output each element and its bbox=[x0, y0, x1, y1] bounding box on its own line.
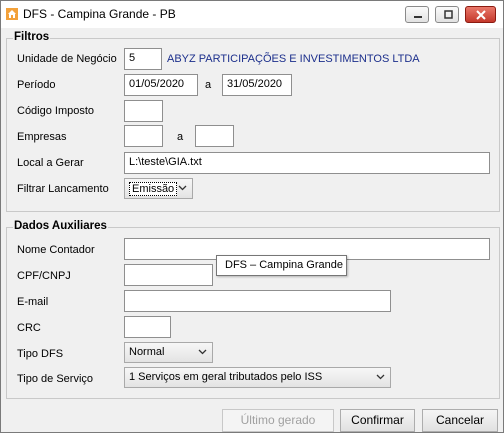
tipo-dfs-label: Tipo DFS bbox=[17, 348, 64, 360]
crc-label: CRC bbox=[17, 322, 41, 334]
periodo-separator: a bbox=[205, 79, 212, 91]
close-icon bbox=[476, 10, 486, 20]
periodo-fim-input[interactable]: 31/05/2020 bbox=[222, 74, 292, 96]
local-gerar-label: Local a Gerar bbox=[17, 157, 84, 169]
nome-contador-label: Nome Contador bbox=[17, 244, 95, 256]
filtrar-lancamento-select[interactable]: Emissão bbox=[124, 178, 193, 199]
tipo-servico-value: 1 Serviços em geral tributados pelo ISS bbox=[129, 371, 323, 383]
email-label: E-mail bbox=[17, 296, 49, 308]
codigo-imposto-input[interactable] bbox=[124, 100, 163, 122]
filtros-title: Filtros bbox=[13, 31, 51, 43]
unidade-input[interactable]: 5 bbox=[124, 48, 162, 70]
crc-input[interactable] bbox=[124, 316, 171, 338]
minimize-button[interactable] bbox=[405, 6, 429, 23]
unidade-label: Unidade de Negócio bbox=[17, 53, 117, 65]
tipo-servico-select[interactable]: 1 Serviços em geral tributados pelo ISS bbox=[124, 367, 391, 388]
maximize-button[interactable] bbox=[435, 6, 459, 23]
empresas-separator: a bbox=[177, 131, 184, 143]
periodo-label: Período bbox=[17, 79, 56, 91]
cpf-cnpj-label: CPF/CNPJ bbox=[17, 270, 71, 282]
tipo-dfs-select[interactable]: Normal bbox=[124, 342, 213, 363]
tipo-servico-label: Tipo de Serviço bbox=[17, 373, 94, 385]
filtrar-lancamento-label: Filtrar Lancamento bbox=[17, 183, 109, 195]
empresas-inicio-input[interactable] bbox=[124, 125, 163, 147]
email-input[interactable] bbox=[124, 290, 391, 312]
filtrar-lancamento-value: Emissão bbox=[129, 182, 178, 196]
unidade-nome: ABYZ PARTICIPAÇÕES E INVESTIMENTOS LTDA bbox=[167, 53, 420, 65]
cancelar-button[interactable]: Cancelar bbox=[422, 409, 498, 432]
empresas-fim-input[interactable] bbox=[195, 125, 234, 147]
codigo-imposto-label: Código Imposto bbox=[17, 105, 95, 117]
dialog-window: DFS - Campina Grande - PB Filtros Unidad… bbox=[0, 0, 504, 433]
app-icon bbox=[6, 8, 18, 20]
chevron-down-icon bbox=[178, 185, 187, 191]
cpf-cnpj-input[interactable] bbox=[124, 264, 213, 286]
auxiliares-title: Dados Auxiliares bbox=[13, 220, 108, 232]
close-button[interactable] bbox=[465, 6, 496, 23]
confirmar-button[interactable]: Confirmar bbox=[340, 409, 415, 432]
title-bar[interactable]: DFS - Campina Grande - PB bbox=[1, 1, 503, 28]
empresas-label: Empresas bbox=[17, 131, 67, 143]
tooltip: DFS – Campina Grande bbox=[216, 255, 347, 276]
chevron-down-icon bbox=[198, 349, 207, 355]
maximize-icon bbox=[444, 10, 453, 19]
window-title: DFS - Campina Grande - PB bbox=[23, 7, 176, 21]
local-gerar-input[interactable]: L:\teste\GIA.txt bbox=[124, 152, 490, 174]
tipo-dfs-value: Normal bbox=[129, 346, 165, 358]
chevron-down-icon bbox=[376, 374, 385, 380]
periodo-inicio-input[interactable]: 01/05/2020 bbox=[124, 74, 198, 96]
minimize-icon bbox=[414, 16, 422, 18]
ultimo-gerado-button[interactable]: Último gerado bbox=[222, 409, 334, 432]
